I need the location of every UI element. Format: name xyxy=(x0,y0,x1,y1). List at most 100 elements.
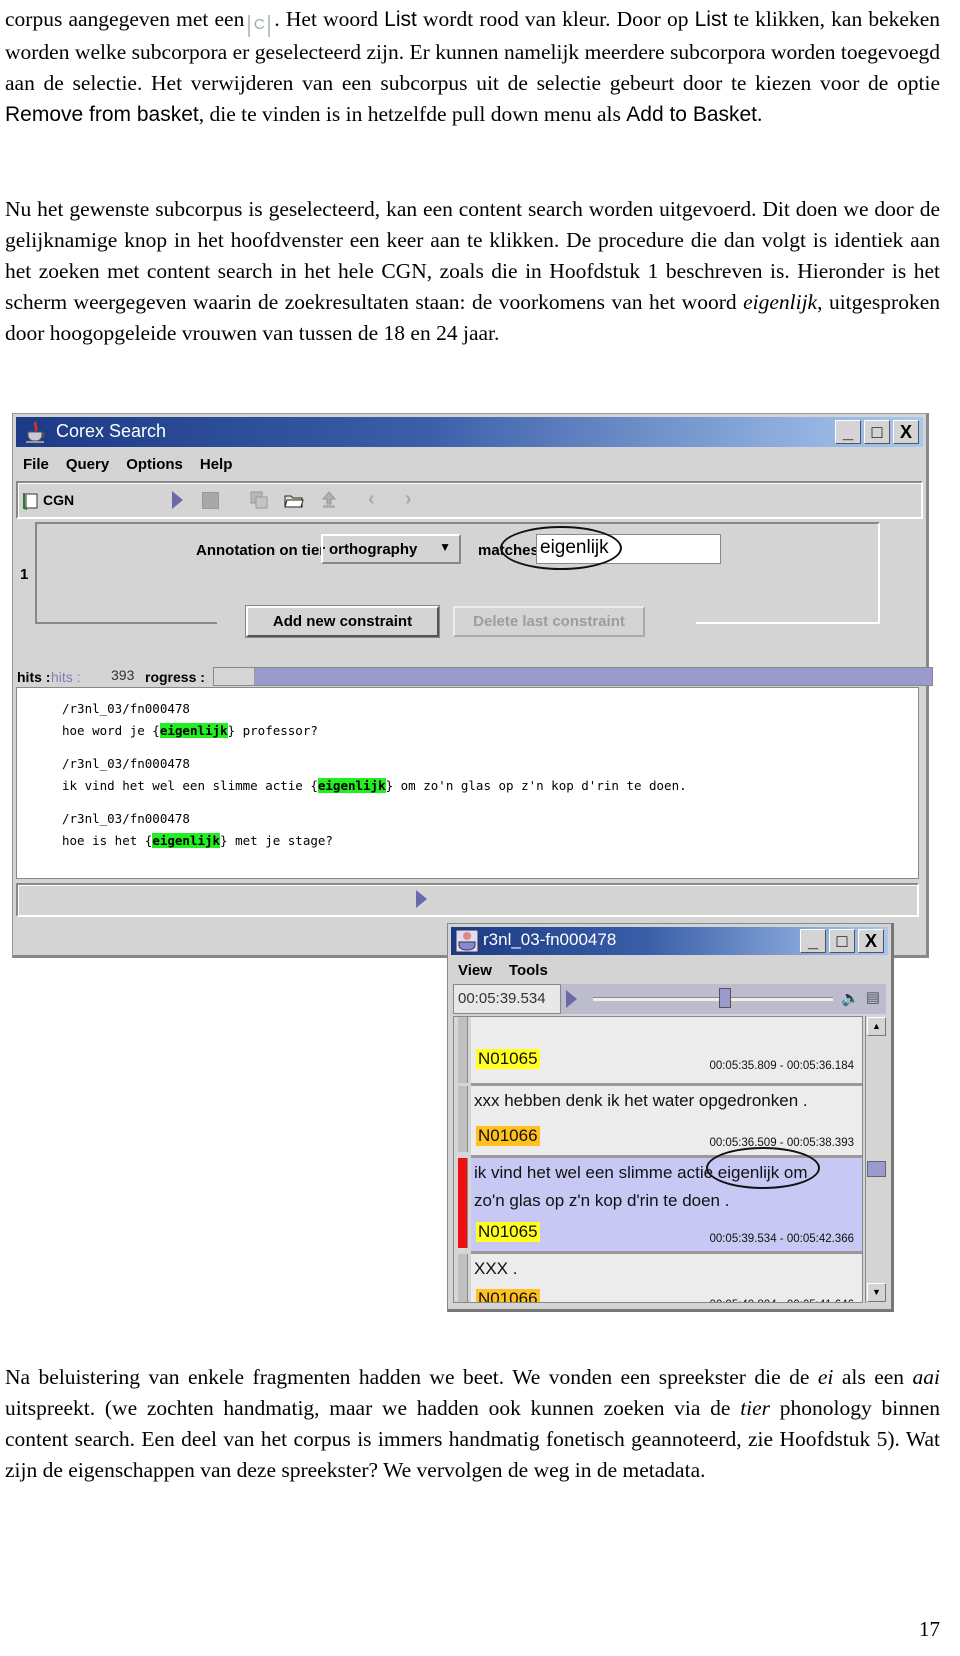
dropdown-arrow-icon: ▼ xyxy=(439,540,451,554)
results-list[interactable]: /r3nl_03/fn000478 hoe word je {eigenlijk… xyxy=(16,687,919,879)
segment[interactable]: N01065 00:05:35.809 - 00:05:36.184 xyxy=(471,1017,862,1083)
segment-marker xyxy=(458,1086,468,1152)
media-player-window: r3nl_03-fn000478 _ □ X View Tools 00:05:… xyxy=(447,923,894,1312)
media-app-icon xyxy=(455,929,479,953)
corpus-label: CGN xyxy=(43,492,75,508)
segment[interactable]: XXX . N01066 00:05:40.804 - 00:05:41.646 xyxy=(471,1251,862,1302)
result-path: /r3nl_03/fn000478 xyxy=(62,811,190,826)
minimize-button[interactable]: _ xyxy=(835,420,861,444)
main-title-bar[interactable]: Corex Search _ □ X xyxy=(16,417,923,447)
window-controls: _ □ X xyxy=(835,420,919,444)
segment-list[interactable]: N01065 00:05:35.809 - 00:05:36.184 xxx h… xyxy=(453,1016,863,1303)
match-highlight: eigenlijk xyxy=(317,778,386,793)
window-controls: _ □ X xyxy=(800,929,884,953)
paragraph-basket: corpus aangegeven met een C. Het woord Li… xyxy=(5,7,940,126)
result-item[interactable]: /r3nl_03/fn000478 ik vind het wel een sl… xyxy=(62,753,687,797)
segment-options-icon[interactable]: ▤ xyxy=(866,988,880,1006)
match-input[interactable]: eigenlijk xyxy=(536,534,721,564)
segment[interactable]: xxx hebben denk ik het water opgedronken… xyxy=(471,1083,862,1155)
back-icon[interactable]: ‹ xyxy=(368,488,375,511)
menu-view[interactable]: View xyxy=(458,962,492,979)
result-line: ik vind het wel een slimme actie {eigenl… xyxy=(62,778,687,793)
media-menu-bar: View Tools xyxy=(458,962,548,979)
scrollbar-thumb[interactable] xyxy=(867,1161,886,1177)
menu-help[interactable]: Help xyxy=(200,456,233,473)
matches-label: matches xyxy=(478,542,539,559)
constraint-row-number: 1 xyxy=(20,566,29,583)
result-line: hoe word je {eigenlijk} professor? xyxy=(62,723,318,738)
volume-icon[interactable]: 🔈 xyxy=(841,989,860,1007)
menu-tools[interactable]: Tools xyxy=(509,962,548,979)
hits-label-secondary: hits : xyxy=(51,669,81,685)
result-item[interactable]: /r3nl_03/fn000478 hoe is het {eigenlijk}… xyxy=(62,808,333,852)
progress-bar xyxy=(213,667,933,686)
toolbar: CGN ‹ › xyxy=(16,481,923,519)
speaker-badge: N01066 xyxy=(476,1289,540,1302)
annotation-tier-label: Annotation on tier xyxy=(196,542,326,559)
menu-bar: File Query Options Help xyxy=(23,456,232,473)
result-item[interactable]: /r3nl_03/fn000478 hoe word je {eigenlijk… xyxy=(62,698,318,742)
stop-icon[interactable] xyxy=(202,492,219,509)
forward-icon[interactable]: › xyxy=(405,488,412,511)
vertical-scrollbar[interactable]: ▲ ▼ xyxy=(865,1016,887,1303)
maximize-button[interactable]: □ xyxy=(829,929,855,953)
corex-search-window: Corex Search _ □ X File Query Options He… xyxy=(12,413,933,958)
segment-time: 00:05:36.509 - 00:05:38.393 xyxy=(709,1137,854,1149)
close-button[interactable]: X xyxy=(858,929,884,953)
hits-label: hits : xyxy=(17,669,51,685)
play-icon[interactable] xyxy=(416,890,427,908)
paragraph-content-search: Nu het gewenste subcorpus is geselecteer… xyxy=(5,197,941,345)
segment-selected[interactable]: ik vind het wel een slimme actie eigenli… xyxy=(471,1155,862,1251)
play-icon[interactable] xyxy=(566,990,577,1008)
segment-time: 00:05:35.809 - 00:05:36.184 xyxy=(709,1060,854,1072)
match-highlight: eigenlijk xyxy=(152,833,221,848)
maximize-button[interactable]: □ xyxy=(864,420,890,444)
list-term: List xyxy=(384,8,417,31)
menu-query[interactable]: Query xyxy=(66,456,109,473)
segment-text: ik vind het wel een slimme actie eigenli… xyxy=(474,1163,808,1182)
speaker-badge: N01066 xyxy=(476,1126,540,1146)
window-title: Corex Search xyxy=(56,421,167,441)
segment-marker xyxy=(458,1017,468,1083)
tier-dropdown-value: orthography xyxy=(329,541,418,558)
progress-label: rogress : xyxy=(145,669,205,685)
menu-options[interactable]: Options xyxy=(126,456,183,473)
page-number: 17 xyxy=(919,1617,940,1641)
active-segment-marker xyxy=(458,1158,468,1248)
scroll-up-icon[interactable]: ▲ xyxy=(867,1017,886,1036)
speaker-badge: N01065 xyxy=(476,1222,540,1242)
playback-slider-thumb[interactable] xyxy=(719,988,731,1008)
remove-from-basket-term: Remove from basket xyxy=(5,103,199,126)
current-time-field[interactable]: 00:05:39.534 xyxy=(453,984,561,1014)
play-icon[interactable] xyxy=(172,491,183,509)
menu-file[interactable]: File xyxy=(23,456,49,473)
close-button[interactable]: X xyxy=(893,420,919,444)
list-term: List xyxy=(694,8,728,31)
segment-time: 00:05:40.804 - 00:05:41.646 xyxy=(709,1299,854,1302)
result-line: hoe is het {eigenlijk} met je stage? xyxy=(62,833,333,848)
add-constraint-button[interactable]: Add new constraint xyxy=(245,605,440,638)
panel-divider xyxy=(696,622,880,624)
subcorpus-c-icon: C xyxy=(248,15,271,37)
tier-dropdown[interactable]: orthography ▼ xyxy=(321,534,461,564)
save-icon[interactable] xyxy=(250,491,268,509)
hits-count: 393 xyxy=(111,667,135,683)
paragraph-speaker: Na beluistering van enkele fragmenten ha… xyxy=(5,1365,940,1482)
delete-constraint-button[interactable]: Delete last constraint xyxy=(453,606,645,637)
media-title-bar[interactable]: r3nl_03-fn000478 _ □ X xyxy=(451,927,888,955)
playback-slider[interactable] xyxy=(593,997,833,1001)
segment-time: 00:05:39.534 - 00:05:42.366 xyxy=(709,1233,854,1245)
add-to-basket-term: Add to Basket xyxy=(626,103,758,126)
speaker-badge: N01065 xyxy=(476,1049,540,1069)
scroll-down-icon[interactable]: ▼ xyxy=(867,1283,886,1302)
media-window-title: r3nl_03-fn000478 xyxy=(483,930,617,949)
segment-text-continued: zo'n glas op z'n kop d'rin te doen . xyxy=(474,1191,730,1210)
book-icon xyxy=(23,493,38,510)
minimize-button[interactable]: _ xyxy=(800,929,826,953)
open-folder-icon[interactable] xyxy=(284,492,304,508)
progress-bar-empty xyxy=(214,668,255,685)
main-bottom-bar xyxy=(16,883,919,917)
upload-icon[interactable] xyxy=(321,491,337,509)
media-controls: 00:05:39.534 🔈 ▤ xyxy=(453,984,886,1014)
result-path: /r3nl_03/fn000478 xyxy=(62,701,190,716)
